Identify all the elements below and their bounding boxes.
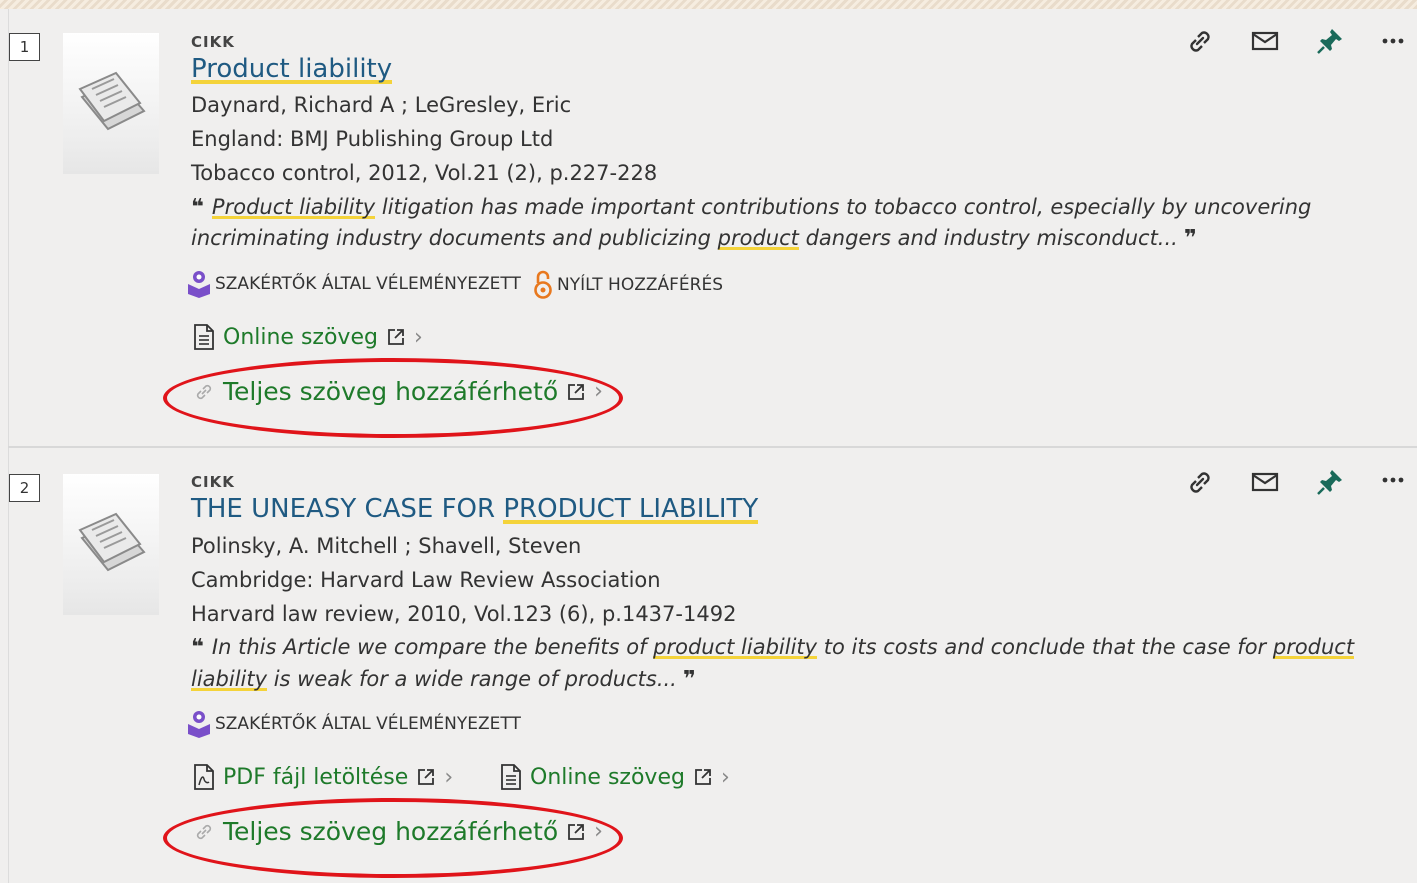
chevron-right-icon: › <box>594 379 603 404</box>
top-border-strip <box>0 0 1417 9</box>
snippet-line-1: ❝ In this Article we compare the benefits… <box>191 635 1355 660</box>
quote-close-icon: ❞ <box>1183 226 1197 251</box>
resource-type: CIKK <box>191 473 235 491</box>
peer-reviewed-badge: SZAKÉRTŐK ÁLTAL VÉLEMÉNYEZETT <box>187 270 521 298</box>
link-icon <box>1190 472 1210 493</box>
fulltext-available-link[interactable]: Teljes szöveg hozzáférhető › <box>193 817 603 846</box>
authors[interactable]: Daynard, Richard A ; LeGresley, Eric <box>191 93 571 117</box>
link-icon <box>1190 31 1210 52</box>
external-link-icon <box>388 329 404 345</box>
authors[interactable]: Polinsky, A. Mitchell ; Shavell, Steven <box>191 534 581 558</box>
peer-reviewed-icon <box>188 711 210 738</box>
email-button[interactable] <box>1248 24 1282 58</box>
pin-button[interactable] <box>1313 465 1347 499</box>
result-number: 2 <box>9 474 40 502</box>
online-text-link[interactable]: Online szöveg › <box>193 323 423 351</box>
article-icon <box>78 512 146 572</box>
email-button[interactable] <box>1248 465 1282 499</box>
quote-close-icon: ❞ <box>682 667 696 692</box>
publisher: England: BMJ Publishing Group Ltd <box>191 127 554 151</box>
chevron-right-icon: › <box>413 324 423 350</box>
mail-icon <box>1251 472 1279 492</box>
publisher: Cambridge: Harvard Law Review Associatio… <box>191 568 661 592</box>
more-icon <box>1382 38 1404 44</box>
online-text-link[interactable]: Online szöveg › <box>500 763 730 791</box>
result-item-2: 2 CIKK THE UNEASY CASE FOR PRODUCT LIABI… <box>0 449 1417 883</box>
external-link-icon <box>568 823 585 840</box>
result-title[interactable]: Product liability <box>191 54 393 84</box>
link-icon <box>196 384 212 399</box>
result-divider <box>8 446 1417 448</box>
chevron-right-icon: › <box>720 764 730 790</box>
pin-icon <box>1317 470 1342 495</box>
snippet-line-2: liability is weak for a wide range of pr… <box>191 667 696 692</box>
pin-icon <box>1317 29 1342 54</box>
result-item-1: 1 CIKK Product liability Daynard, Richar… <box>0 9 1417 446</box>
document-icon <box>194 324 214 350</box>
quote-open-icon: ❝ <box>191 635 204 660</box>
source: Tobacco control, 2012, Vol.21 (2), p.227… <box>191 161 658 185</box>
result-number: 1 <box>9 33 40 61</box>
pdf-download-link[interactable]: PDF fájl letöltése › <box>193 763 453 791</box>
document-icon <box>501 764 521 790</box>
external-link-icon <box>418 769 435 785</box>
permalink-button[interactable] <box>1183 24 1217 58</box>
peer-reviewed-icon <box>188 271 210 298</box>
snippet-line-1: ❝ Product liability litigation has made i… <box>191 195 1312 220</box>
external-link-icon <box>695 769 711 785</box>
quote-open-icon: ❝ <box>191 195 204 220</box>
more-icon <box>1382 477 1404 483</box>
document-thumbnail[interactable] <box>63 33 159 174</box>
external-link-icon <box>568 383 585 400</box>
pdf-file-icon <box>194 764 214 790</box>
source: Harvard law review, 2010, Vol.123 (6), p… <box>191 602 737 626</box>
result-title[interactable]: THE UNEASY CASE FOR PRODUCT LIABILITY <box>191 494 759 524</box>
resource-type: CIKK <box>191 33 235 51</box>
peer-reviewed-badge: SZAKÉRTŐK ÁLTAL VÉLEMÉNYEZETT <box>187 710 521 738</box>
pin-button[interactable] <box>1313 24 1347 58</box>
more-options-button[interactable] <box>1376 24 1410 58</box>
link-icon <box>196 824 212 839</box>
chevron-right-icon: › <box>444 764 454 790</box>
snippet-line-2: incriminating industry documents and pub… <box>191 226 1197 251</box>
fulltext-available-link[interactable]: Teljes szöveg hozzáférhető › <box>193 377 603 406</box>
article-icon <box>78 71 146 131</box>
document-thumbnail[interactable] <box>63 474 159 615</box>
mail-icon <box>1251 31 1279 51</box>
open-access-icon <box>534 270 552 299</box>
more-options-button[interactable] <box>1376 463 1410 497</box>
open-access-badge: NYÍLT HOZZÁFÉRÉS <box>533 270 723 300</box>
chevron-right-icon: › <box>594 819 603 844</box>
permalink-button[interactable] <box>1183 465 1217 499</box>
